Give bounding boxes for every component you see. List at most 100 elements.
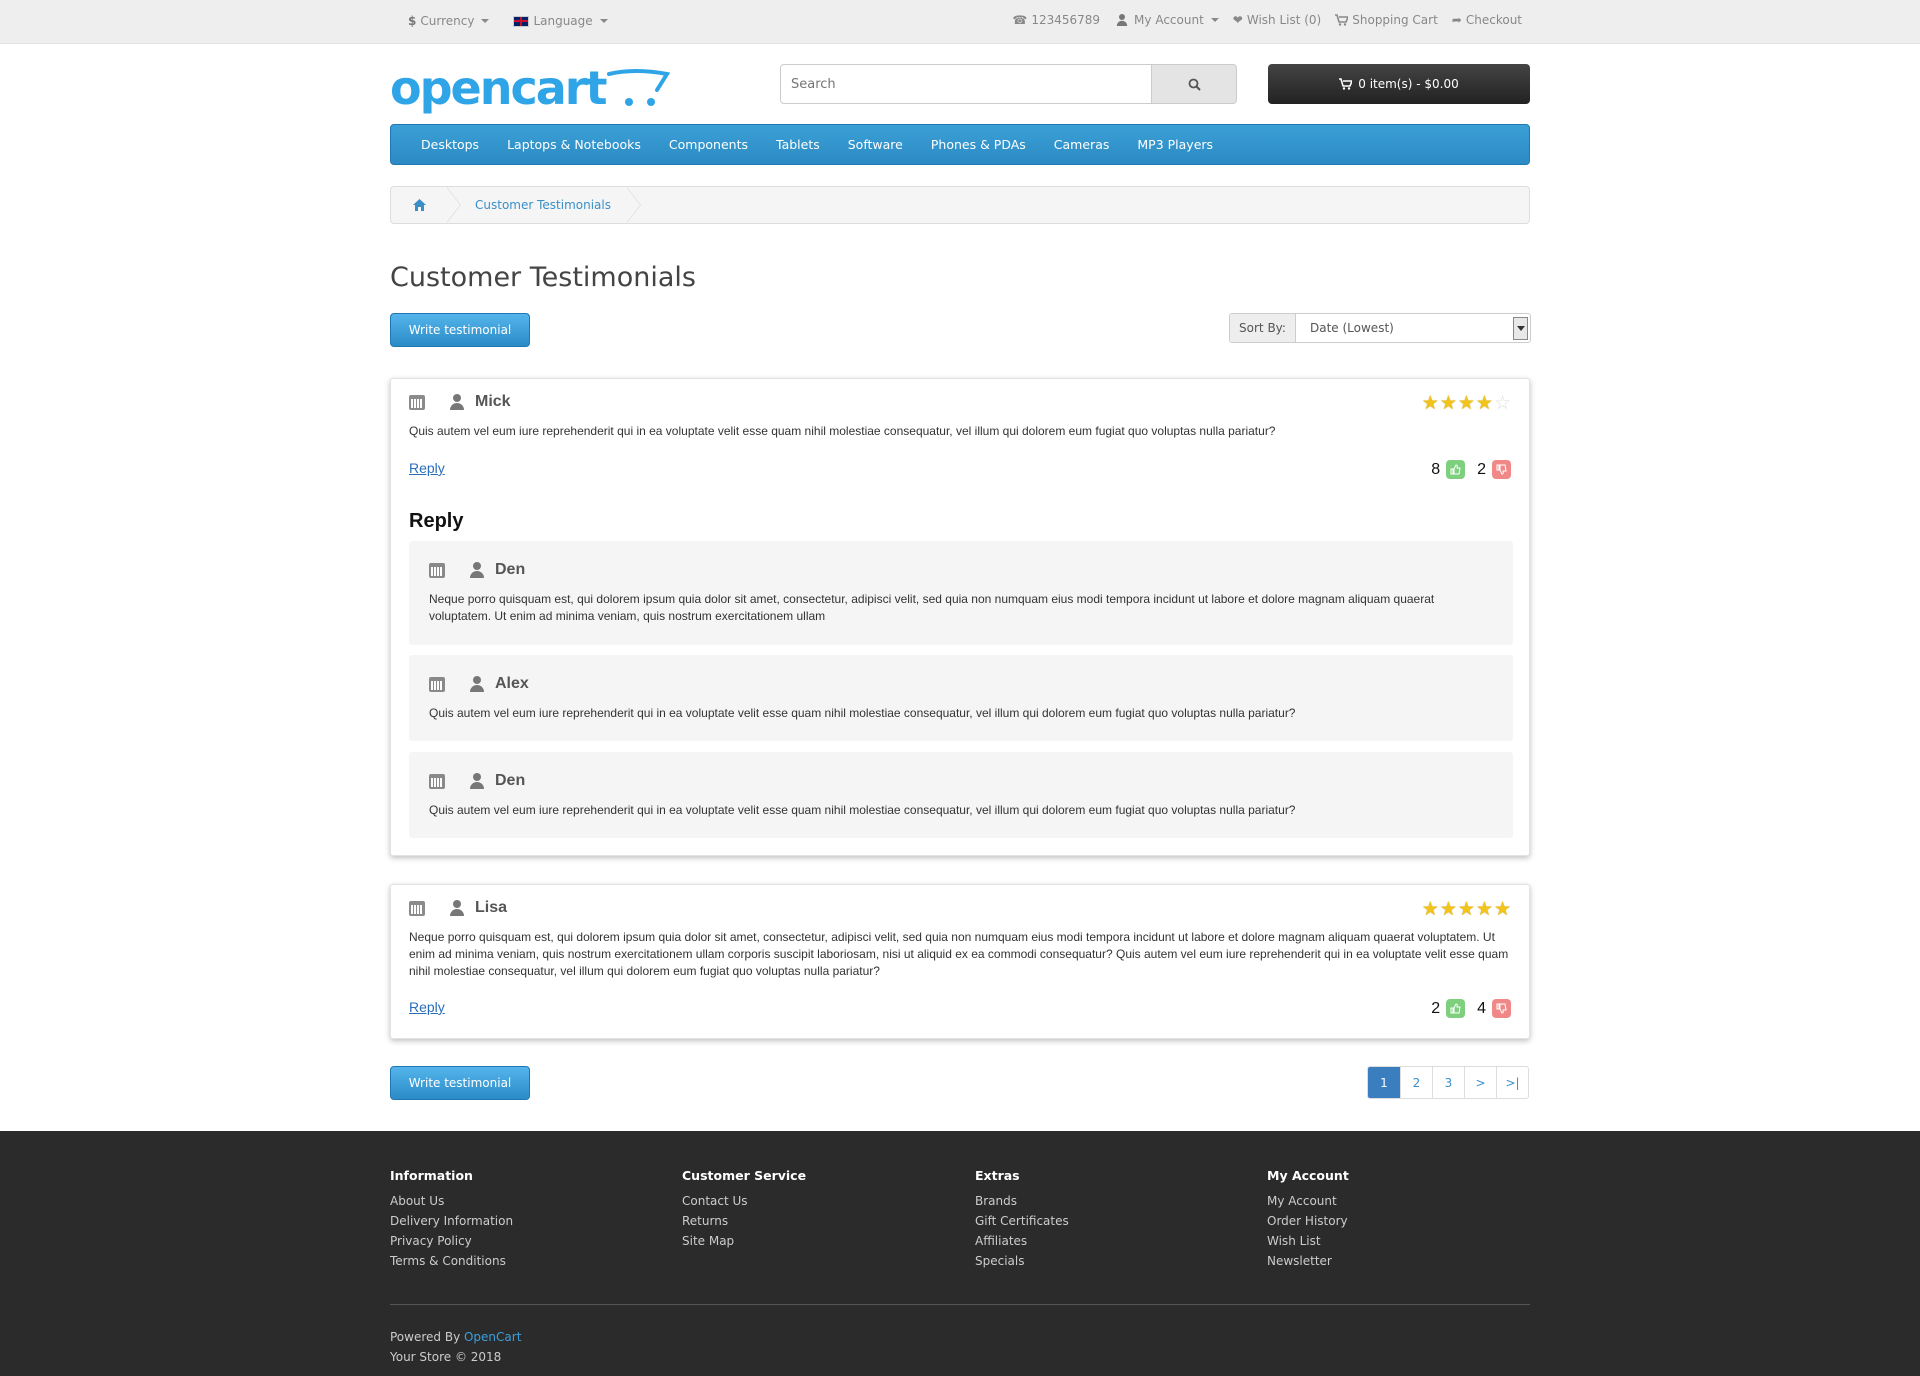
- thumbs-up-icon: [1450, 1003, 1461, 1014]
- write-testimonial-button[interactable]: Write testimonial: [390, 1066, 530, 1100]
- vote-controls: 2 4: [1431, 999, 1511, 1018]
- shopping-cart-link[interactable]: Shopping Cart: [1335, 12, 1438, 28]
- nav-item-desktops[interactable]: Desktops: [407, 137, 493, 152]
- page-2-button[interactable]: 2: [1400, 1067, 1432, 1098]
- footer-link-order-history[interactable]: Order History: [1267, 1211, 1349, 1231]
- user-icon: [469, 773, 485, 789]
- checkout-link[interactable]: ➦ Checkout: [1452, 12, 1522, 28]
- nav-item-software[interactable]: Software: [834, 137, 917, 152]
- reply-link[interactable]: Reply: [409, 999, 445, 1015]
- write-testimonial-button[interactable]: Write testimonial: [390, 313, 530, 347]
- breadcrumb-current[interactable]: Customer Testimonials: [461, 198, 627, 212]
- thumbs-up-button[interactable]: [1446, 999, 1466, 1018]
- user-icon: [1116, 14, 1128, 26]
- star-icon: ★: [1421, 392, 1439, 414]
- like-count: 8: [1431, 460, 1441, 478]
- cart-icon: [1339, 78, 1353, 90]
- footer-link-specials[interactable]: Specials: [975, 1251, 1069, 1271]
- star-icon: ★: [1457, 898, 1475, 920]
- opencart-link[interactable]: OpenCart: [464, 1330, 521, 1344]
- testimonial-author: Lisa: [475, 899, 508, 916]
- logo[interactable]: opencart: [390, 60, 671, 116]
- phone-label: 123456789: [1031, 13, 1101, 27]
- footer-heading: Customer Service: [682, 1168, 807, 1183]
- dropdown-arrow[interactable]: [1513, 317, 1528, 340]
- thumbs-down-button[interactable]: [1492, 999, 1511, 1018]
- nav-item-phones-pdas[interactable]: Phones & PDAs: [917, 137, 1040, 152]
- thumbs-down-button[interactable]: [1492, 460, 1511, 479]
- copyright-text: Your Store © 2018: [390, 1350, 502, 1364]
- phone-link[interactable]: ☎ 123456789: [1012, 12, 1100, 28]
- footer-link-gift-certificates[interactable]: Gift Certificates: [975, 1211, 1069, 1231]
- footer-link-delivery[interactable]: Delivery Information: [390, 1211, 513, 1231]
- rating-stars: ★ ★ ★ ★ ★: [1422, 900, 1511, 919]
- footer-link-affiliates[interactable]: Affiliates: [975, 1231, 1069, 1251]
- search-input[interactable]: [780, 64, 1152, 104]
- footer-divider: [390, 1304, 1530, 1305]
- cart-total-label: 0 item(s) - $0.00: [1358, 77, 1459, 91]
- calendar-icon: [429, 773, 445, 789]
- sort-by-select[interactable]: Date (Lowest): [1296, 314, 1530, 342]
- footer-link-newsletter[interactable]: Newsletter: [1267, 1251, 1349, 1271]
- currency-label: Currency: [420, 14, 475, 28]
- like-count: 2: [1431, 999, 1441, 1017]
- nav-item-laptops-notebooks[interactable]: Laptops & Notebooks: [493, 137, 655, 152]
- page-3-button[interactable]: 3: [1432, 1067, 1464, 1098]
- reply-header: Alex: [429, 675, 529, 693]
- thumbs-up-button[interactable]: [1446, 460, 1466, 479]
- language-dropdown[interactable]: Language: [513, 14, 608, 28]
- breadcrumb-separator: [625, 187, 641, 223]
- logo-cart-icon: [607, 69, 671, 106]
- shopping-cart-label: Shopping Cart: [1352, 13, 1438, 27]
- user-icon: [469, 676, 485, 692]
- last-page-button[interactable]: >|: [1496, 1067, 1528, 1098]
- reply-author: Alex: [495, 675, 529, 692]
- footer-link-site-map[interactable]: Site Map: [682, 1231, 806, 1251]
- calendar-icon: [429, 562, 445, 578]
- my-account-dropdown[interactable]: My Account: [1114, 12, 1219, 28]
- footer-column-information: Information About Us Delivery Informatio…: [390, 1168, 513, 1271]
- logo-text: opencart: [390, 61, 607, 115]
- footer-link-wish-list[interactable]: Wish List: [1267, 1231, 1349, 1251]
- footer-link-privacy[interactable]: Privacy Policy: [390, 1231, 513, 1251]
- next-page-button[interactable]: >: [1464, 1067, 1496, 1098]
- star-empty-icon: ☆: [1493, 392, 1511, 414]
- footer-link-my-account[interactable]: My Account: [1267, 1191, 1349, 1211]
- nav-item-cameras[interactable]: Cameras: [1040, 137, 1124, 152]
- footer-link-about-us[interactable]: About Us: [390, 1191, 513, 1211]
- testimonial-header: Lisa: [409, 899, 507, 917]
- sort-by-label: Sort By:: [1230, 314, 1296, 342]
- language-label: Language: [533, 14, 593, 28]
- nav-item-tablets[interactable]: Tablets: [762, 137, 834, 152]
- footer-heading: Information: [390, 1168, 473, 1183]
- footer-link-returns[interactable]: Returns: [682, 1211, 806, 1231]
- search-button[interactable]: [1152, 64, 1237, 104]
- reply-header: Den: [429, 561, 525, 579]
- replies-heading: Reply: [409, 510, 464, 532]
- currency-dropdown[interactable]: $ Currency: [408, 14, 490, 28]
- sort-by-control: Sort By: Date (Lowest): [1229, 313, 1531, 343]
- search-bar: [780, 64, 1237, 104]
- reply-item: Den Neque porro quisquam est, qui dolore…: [409, 541, 1513, 645]
- nav-item-components[interactable]: Components: [655, 137, 762, 152]
- star-icon: ★: [1493, 898, 1511, 920]
- uk-flag-icon: [513, 15, 530, 27]
- reply-link[interactable]: Reply: [409, 460, 445, 476]
- top-bar: $ Currency Language ☎ 123456789 My Accou…: [0, 0, 1920, 44]
- powered-by-text: Powered By: [390, 1330, 464, 1344]
- wish-list-link[interactable]: ❤ Wish List (0): [1233, 12, 1321, 28]
- reply-item: Alex Quis autem vel eum iure reprehender…: [409, 655, 1513, 741]
- breadcrumb-home[interactable]: [391, 187, 447, 223]
- footer-link-terms[interactable]: Terms & Conditions: [390, 1251, 513, 1271]
- nav-item-mp3-players[interactable]: MP3 Players: [1123, 137, 1227, 152]
- star-icon: ★: [1421, 898, 1439, 920]
- calendar-icon: [409, 900, 425, 916]
- page-1-button[interactable]: 1: [1368, 1067, 1400, 1098]
- cart-button[interactable]: 0 item(s) - $0.00: [1268, 64, 1530, 104]
- footer-link-brands[interactable]: Brands: [975, 1191, 1069, 1211]
- footer-column-my-account: My Account My Account Order History Wish…: [1267, 1168, 1349, 1271]
- search-icon: [1188, 78, 1201, 91]
- breadcrumb-separator: [446, 187, 461, 223]
- reply-item: Den Quis autem vel eum iure reprehenderi…: [409, 752, 1513, 838]
- footer-link-contact-us[interactable]: Contact Us: [682, 1191, 806, 1211]
